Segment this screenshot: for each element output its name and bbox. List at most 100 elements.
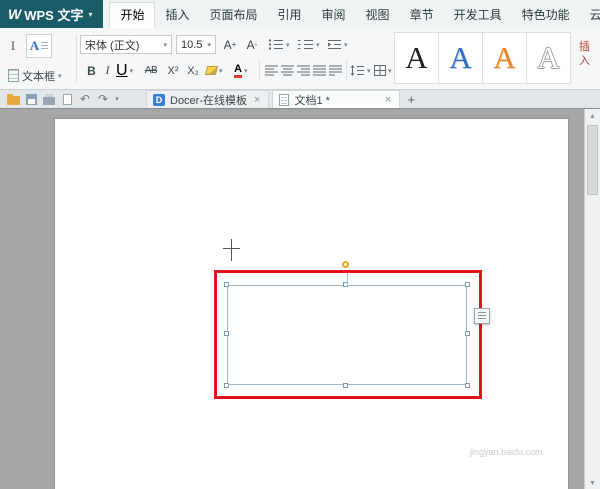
- redo-button[interactable]: ↷: [94, 91, 112, 107]
- tab-references[interactable]: 引用: [268, 3, 312, 28]
- wps-writer-window: W WPS 文字 ▾ 开始 插入 页面布局 引用 审阅 视图 章节 开发工具 特…: [0, 0, 600, 489]
- scrollbar-thumb[interactable]: [587, 125, 598, 195]
- tab-dev-tools[interactable]: 开发工具: [444, 3, 512, 28]
- align-center-icon: [281, 65, 294, 76]
- chevron-down-icon: ▾: [115, 95, 119, 103]
- save-icon: [26, 94, 37, 105]
- vertical-scrollbar[interactable]: ▲ ▼: [584, 109, 600, 489]
- docer-icon: D: [153, 94, 165, 106]
- chevron-down-icon: ▾: [367, 67, 371, 75]
- line-spacing-icon: [350, 65, 365, 76]
- redo-icon: ↷: [98, 92, 108, 106]
- align-center-button[interactable]: [280, 61, 295, 80]
- tab-section[interactable]: 章节: [400, 3, 444, 28]
- layout-options-icon: [478, 312, 486, 320]
- chevron-down-icon: ▾: [316, 41, 320, 49]
- quick-toolbar-more-button[interactable]: ▾: [112, 91, 122, 107]
- ribbon: I A 文本框 ▾ 宋体 (正文) ▾ 10.5 ▾ A+ A- ▾: [0, 28, 600, 90]
- align-left-button[interactable]: [264, 61, 279, 80]
- crosshair-cursor: [231, 239, 232, 261]
- tab-insert[interactable]: 插入: [155, 3, 199, 28]
- chevron-down-icon: ▾: [219, 67, 223, 75]
- borders-icon: [374, 65, 386, 76]
- insert-wordart-button-partial[interactable]: 插入: [579, 40, 592, 68]
- numbered-list-button[interactable]: ▾: [298, 35, 320, 54]
- indent-button[interactable]: ▾: [328, 35, 348, 54]
- indent-icon: [328, 39, 342, 50]
- wordart-style-1[interactable]: A: [394, 32, 439, 84]
- italic-button[interactable]: I: [101, 61, 114, 80]
- horizontal-textbox-button[interactable]: A: [26, 34, 52, 58]
- tab-docer-templates[interactable]: D Docer-在线模板 ×: [146, 90, 269, 108]
- highlighter-icon: [205, 66, 218, 75]
- annotation-rectangle: [214, 270, 482, 399]
- subscript-button[interactable]: X₂: [184, 61, 202, 80]
- borders-button[interactable]: ▾: [374, 61, 392, 80]
- font-size-select[interactable]: 10.5 ▾: [176, 35, 216, 54]
- save-button[interactable]: [22, 91, 40, 107]
- chevron-down-icon: ▾: [163, 41, 167, 49]
- watermark-text: jingyan.baidu.com: [470, 447, 543, 457]
- close-tab-icon[interactable]: ×: [252, 94, 262, 106]
- menu-bar: W WPS 文字 ▾ 开始 插入 页面布局 引用 审阅 视图 章节 开发工具 特…: [0, 0, 600, 28]
- divider: [76, 34, 77, 83]
- superscript-button[interactable]: X²: [164, 61, 182, 80]
- text-cursor-icon[interactable]: I: [4, 37, 22, 55]
- line-spacing-button[interactable]: ▾: [350, 61, 371, 80]
- open-folder-button[interactable]: [4, 91, 22, 107]
- chevron-down-icon: ▾: [344, 41, 348, 49]
- document-icon: [279, 94, 289, 106]
- distribute-icon: [329, 65, 342, 76]
- align-left-icon: [265, 65, 278, 76]
- document-area: jingyan.baidu.com ▲ ▼: [0, 108, 600, 489]
- layout-options-button[interactable]: [474, 308, 490, 324]
- scroll-down-button[interactable]: ▼: [585, 476, 600, 489]
- underline-button[interactable]: U ▾: [116, 61, 133, 80]
- tab-home[interactable]: 开始: [109, 2, 155, 28]
- textbox-label: 文本框: [22, 68, 55, 84]
- close-tab-icon[interactable]: ×: [383, 94, 393, 106]
- printer-icon: [43, 97, 55, 105]
- chevron-down-icon: ▾: [286, 41, 290, 49]
- undo-icon: ↶: [80, 92, 90, 106]
- bold-button[interactable]: B: [84, 61, 99, 80]
- wordart-style-4[interactable]: A: [526, 32, 571, 84]
- scroll-up-button[interactable]: ▲: [585, 109, 600, 123]
- print-preview-button[interactable]: [58, 91, 76, 107]
- tab-review[interactable]: 审阅: [312, 3, 356, 28]
- chevron-down-icon: ▾: [88, 10, 92, 19]
- crosshair-cursor: [223, 248, 240, 249]
- wps-logo-button[interactable]: W WPS 文字 ▾: [0, 0, 103, 28]
- app-title: WPS 文字: [24, 5, 83, 24]
- strikethrough-button[interactable]: AB: [140, 61, 162, 80]
- tab-page-layout[interactable]: 页面布局: [200, 3, 268, 28]
- bullet-list-icon: [268, 39, 284, 50]
- highlight-color-button[interactable]: ▾: [206, 61, 223, 80]
- align-justify-button[interactable]: [312, 61, 327, 80]
- tab-special-features[interactable]: 特色功能: [512, 3, 580, 28]
- chevron-down-icon: ▾: [58, 72, 62, 80]
- undo-button[interactable]: ↶: [76, 91, 94, 107]
- distribute-button[interactable]: [328, 61, 343, 80]
- chevron-down-icon: ▾: [207, 41, 211, 49]
- print-button[interactable]: [40, 91, 58, 107]
- font-color-button[interactable]: A ▾: [234, 61, 247, 80]
- tab-document1[interactable]: 文档1 * ×: [272, 90, 400, 108]
- vertical-textbox-icon[interactable]: [4, 66, 22, 84]
- bullet-list-button[interactable]: ▾: [268, 35, 290, 54]
- wordart-style-3[interactable]: A: [482, 32, 527, 84]
- tab-cloud-services[interactable]: 云服务: [580, 3, 600, 28]
- tab-view[interactable]: 视图: [356, 3, 400, 28]
- align-right-button[interactable]: [296, 61, 311, 80]
- chevron-down-icon: ▾: [244, 67, 248, 75]
- rotate-handle[interactable]: [342, 261, 349, 268]
- menu-tabs: 开始 插入 页面布局 引用 审阅 视图 章节 开发工具 特色功能 云服务: [109, 0, 600, 28]
- document-tab-bar: ↶ ↷ ▾ D Docer-在线模板 × 文档1 * × +: [0, 90, 600, 108]
- new-tab-button[interactable]: +: [407, 92, 415, 107]
- chevron-down-icon: ▾: [130, 67, 134, 75]
- decrease-font-size-button[interactable]: A-: [242, 35, 262, 54]
- textbox-menu-button[interactable]: 文本框 ▾: [22, 68, 62, 84]
- wordart-style-2[interactable]: A: [438, 32, 483, 84]
- increase-font-size-button[interactable]: A+: [220, 35, 240, 54]
- font-name-select[interactable]: 宋体 (正文) ▾: [80, 35, 172, 54]
